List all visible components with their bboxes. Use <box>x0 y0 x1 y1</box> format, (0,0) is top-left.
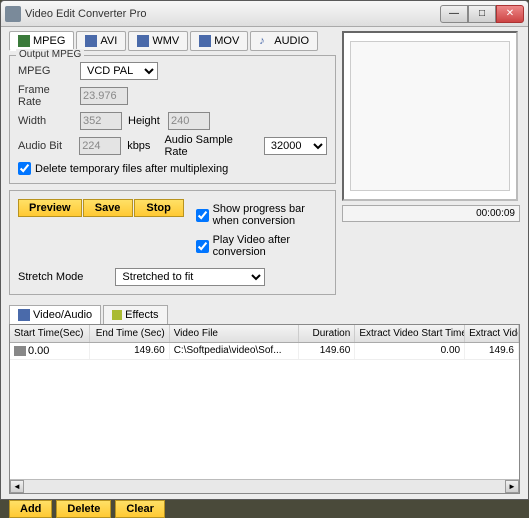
tab-mpeg[interactable]: MPEG <box>9 31 74 51</box>
titlebar[interactable]: Video Edit Converter Pro — □ ✕ <box>1 1 528 27</box>
window-controls: — □ ✕ <box>440 5 524 23</box>
film-icon <box>137 35 149 47</box>
grid: Start Time(Sec) End Time (Sec) Video Fil… <box>9 324 520 494</box>
preview-inner <box>350 41 510 191</box>
grid-header: Start Time(Sec) End Time (Sec) Video Fil… <box>10 325 519 343</box>
col-duration[interactable]: Duration <box>299 325 355 342</box>
show-progress-checkbox[interactable] <box>196 209 209 222</box>
clear-button[interactable]: Clear <box>115 500 165 518</box>
preview-timer: 00:00:09 <box>342 205 520 222</box>
stretch-label: Stretch Mode <box>18 271 83 283</box>
right-column: 00:00:09 <box>342 31 520 301</box>
tab-avi[interactable]: AVI <box>76 31 126 51</box>
top-row: MPEG AVI WMV MOV ♪AUDIO Output MPEG MPEG… <box>9 31 520 301</box>
audiosample-select[interactable]: 32000 <box>264 137 327 155</box>
preview-pane <box>342 31 518 201</box>
horizontal-scrollbar[interactable]: ◄ ► <box>10 479 519 493</box>
save-button[interactable]: Save <box>83 199 133 217</box>
film-icon <box>18 309 30 321</box>
bottom-buttons: Add Delete Clear <box>9 500 520 518</box>
row-icon <box>14 346 26 356</box>
close-button[interactable]: ✕ <box>496 5 524 23</box>
height-input <box>168 112 210 130</box>
stop-button[interactable]: Stop <box>134 199 184 217</box>
app-window: Video Edit Converter Pro — □ ✕ MPEG AVI … <box>0 0 529 500</box>
grid-body[interactable]: 0.00 149.60 C:\Softpedia\video\Sof... 14… <box>10 343 519 483</box>
kbps-label: kbps <box>127 140 150 152</box>
width-input <box>80 112 122 130</box>
output-group-title: Output MPEG <box>16 49 84 60</box>
film-icon <box>85 35 97 47</box>
action-buttons: Preview Save Stop <box>18 199 184 217</box>
action-box: Preview Save Stop Show progress bar when… <box>9 190 336 295</box>
delete-temp-checkbox[interactable] <box>18 162 31 175</box>
play-after-label: Play Video after conversion <box>213 234 327 258</box>
delete-button[interactable]: Delete <box>56 500 111 518</box>
minimize-button[interactable]: — <box>440 5 468 23</box>
mpeg-select[interactable]: VCD PAL <box>80 62 158 80</box>
stretch-select[interactable]: Stretched to fit <box>115 268 265 286</box>
format-tabs: MPEG AVI WMV MOV ♪AUDIO <box>9 31 336 51</box>
window-title: Video Edit Converter Pro <box>25 8 440 20</box>
col-exend[interactable]: Extract Video End Tim <box>465 325 519 342</box>
col-start[interactable]: Start Time(Sec) <box>10 325 90 342</box>
scroll-left-button[interactable]: ◄ <box>10 480 24 493</box>
delete-temp-label: Delete temporary files after multiplexin… <box>35 163 228 175</box>
tab-audio[interactable]: ♪AUDIO <box>250 31 318 51</box>
play-after-checkbox[interactable] <box>196 240 209 253</box>
height-label: Height <box>128 115 162 127</box>
content: MPEG AVI WMV MOV ♪AUDIO Output MPEG MPEG… <box>1 27 528 499</box>
col-exstart[interactable]: Extract Video Start Time <box>355 325 465 342</box>
framerate-label: Frame Rate <box>18 84 74 108</box>
tab-wmv[interactable]: WMV <box>128 31 188 51</box>
audiosample-label: Audio Sample Rate <box>164 134 257 158</box>
mpeg-label: MPEG <box>18 65 74 77</box>
show-progress-label: Show progress bar when conversion <box>213 203 327 227</box>
preview-button[interactable]: Preview <box>18 199 82 217</box>
subtab-videoaudio[interactable]: Video/Audio <box>9 305 101 324</box>
check-icon <box>18 35 30 47</box>
left-column: MPEG AVI WMV MOV ♪AUDIO Output MPEG MPEG… <box>9 31 336 301</box>
width-label: Width <box>18 115 74 127</box>
add-button[interactable]: Add <box>9 500 52 518</box>
effects-icon <box>112 310 122 320</box>
audiobit-input <box>79 137 121 155</box>
audiobit-label: Audio Bit <box>18 140 73 152</box>
table-row[interactable]: 0.00 149.60 C:\Softpedia\video\Sof... 14… <box>10 343 519 360</box>
col-end[interactable]: End Time (Sec) <box>90 325 170 342</box>
music-icon: ♪ <box>259 35 271 47</box>
output-group: Output MPEG MPEG VCD PAL Frame Rate Widt… <box>9 55 336 184</box>
subtabs: Video/Audio Effects <box>9 305 520 324</box>
maximize-button[interactable]: □ <box>468 5 496 23</box>
tab-mov[interactable]: MOV <box>190 31 248 51</box>
scroll-track[interactable] <box>24 480 505 493</box>
framerate-input <box>80 87 128 105</box>
app-icon <box>5 6 21 22</box>
subtab-effects[interactable]: Effects <box>103 305 167 324</box>
film-icon <box>199 35 211 47</box>
col-file[interactable]: Video File <box>170 325 300 342</box>
scroll-right-button[interactable]: ► <box>505 480 519 493</box>
